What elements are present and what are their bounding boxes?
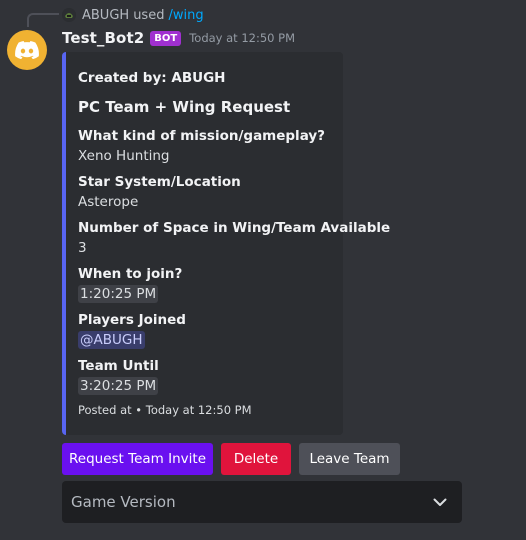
- request-team-invite-button[interactable]: Request Team Invite: [62, 443, 213, 475]
- delete-button[interactable]: Delete: [221, 443, 291, 475]
- select-placeholder: Game Version: [71, 493, 176, 511]
- embed-footer: Posted at • Today at 12:50 PM: [78, 403, 252, 417]
- field-name-players: Players Joined: [78, 312, 186, 328]
- field-value-players: @ABUGH: [78, 331, 145, 349]
- leave-team-button[interactable]: Leave Team: [299, 443, 400, 475]
- message-timestamp[interactable]: Today at 12:50 PM: [189, 31, 295, 45]
- field-value-location: Asterope: [78, 194, 139, 210]
- bot-badge: BOT: [150, 30, 182, 46]
- team-until-chip[interactable]: 3:20:25 PM: [78, 377, 159, 395]
- message-header: Test_Bot2 BOT Today at 12:50 PM: [62, 28, 295, 48]
- field-name-spaces: Number of Space in Wing/Team Available: [78, 220, 391, 236]
- reply-username[interactable]: ABUGH: [82, 8, 129, 23]
- field-value-join-time: 1:20:25 PM: [78, 285, 159, 303]
- message-username[interactable]: Test_Bot2: [62, 29, 144, 47]
- helmet-avatar-icon: [62, 8, 76, 22]
- field-value-team-until: 3:20:25 PM: [78, 377, 159, 395]
- field-name-mission: What kind of mission/gameplay?: [78, 128, 326, 144]
- reply-spine: [27, 13, 59, 27]
- field-value-spaces: 3: [78, 240, 87, 256]
- join-time-chip[interactable]: 1:20:25 PM: [78, 285, 159, 303]
- field-name-location: Star System/Location: [78, 174, 241, 190]
- embed-author: Created by: ABUGH: [78, 70, 226, 86]
- field-value-mission: Xeno Hunting: [78, 148, 170, 164]
- button-row: Request Team Invite Delete Leave Team: [62, 443, 400, 475]
- field-name-team-until: Team Until: [78, 358, 159, 374]
- chevron-down-icon[interactable]: [430, 492, 450, 512]
- reply-command[interactable]: /wing: [168, 8, 203, 23]
- game-version-select[interactable]: Game Version: [62, 481, 462, 523]
- reply-preview[interactable]: ABUGH used /wing: [62, 6, 204, 24]
- embed-title: PC Team + Wing Request: [78, 98, 291, 116]
- embed-card: Created by: ABUGH PC Team + Wing Request…: [62, 52, 390, 435]
- user-mention[interactable]: @ABUGH: [78, 331, 145, 349]
- field-name-join-time: When to join?: [78, 266, 183, 282]
- discord-logo-icon[interactable]: [7, 30, 47, 70]
- reply-used-text: used: [133, 7, 165, 23]
